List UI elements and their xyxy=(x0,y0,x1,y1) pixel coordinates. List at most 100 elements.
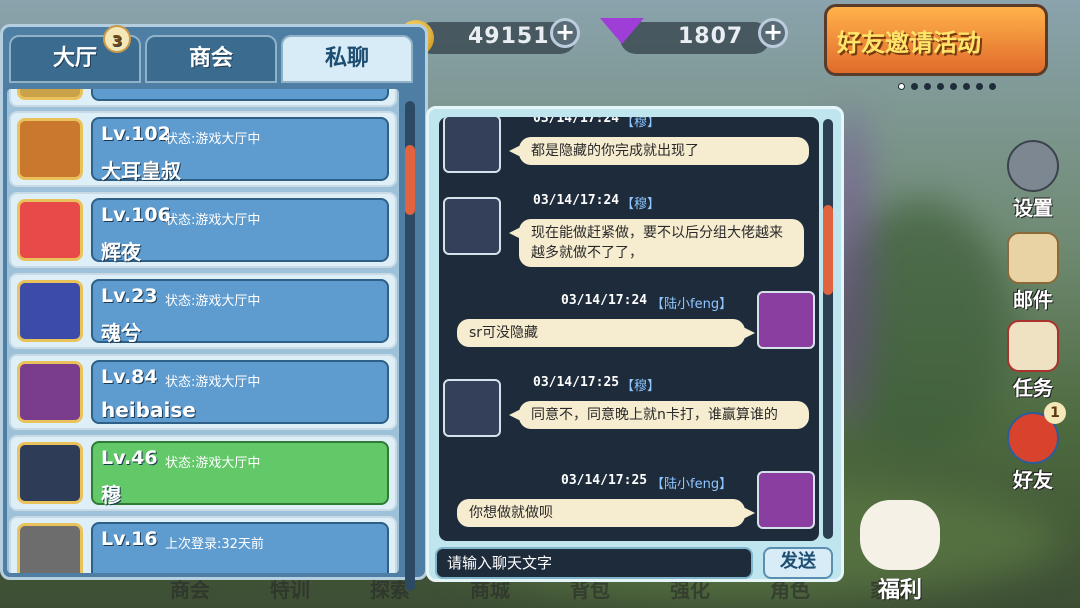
friend-list[interactable]: Lv.102 状态:游戏大厅中 大耳皇叔 Lv.106 状态:游戏大厅中 辉夜 Lv.23 状… xyxy=(7,89,399,573)
carousel-dot[interactable] xyxy=(989,83,996,90)
banner-carousel-indicator xyxy=(898,83,996,90)
mail-label: 邮件 xyxy=(1013,288,1053,312)
settings-label: 设置 xyxy=(1013,196,1053,220)
friend-status: 状态:游戏大厅中 xyxy=(165,294,261,309)
avatar xyxy=(17,280,83,342)
add-gold-button[interactable]: + xyxy=(550,18,580,48)
message-bubble: 你想做就做呗 xyxy=(457,499,755,527)
envelope-icon xyxy=(1007,232,1059,284)
chat-scroll-thumb[interactable] xyxy=(823,205,833,295)
message-time: 03/14/17:25 xyxy=(533,375,620,390)
friend-level: Lv.84 xyxy=(101,366,158,388)
avatar xyxy=(17,361,83,423)
friend-row-partial[interactable] xyxy=(9,89,397,107)
tasks-label: 任务 xyxy=(1013,376,1053,400)
send-button[interactable]: 发送 xyxy=(763,547,833,579)
lucky-cat-icon[interactable] xyxy=(860,500,940,570)
chat-log[interactable]: 03/14/17:24 【穆】 都是隐藏的你完成就出现了 03/14/17:24 【穆】… xyxy=(439,117,819,541)
friend-info: Lv.23 状态:游戏大厅中 魂兮 xyxy=(91,279,389,345)
friend-name: 大耳皇叔 xyxy=(101,159,181,183)
friend-row[interactable]: Lv.16 上次登录:32天前 xyxy=(9,516,397,573)
friend-level: Lv.106 xyxy=(101,204,171,226)
friend-info: Lv.106 状态:游戏大厅中辉夜 xyxy=(91,198,389,264)
friend-level: Lv.46 xyxy=(101,447,158,469)
friend-info xyxy=(91,89,389,101)
chat-avatar[interactable] xyxy=(757,291,815,349)
scroll-icon xyxy=(1007,320,1059,372)
friend-info: Lv.46 状态:游戏大厅中穆 xyxy=(91,441,389,507)
friend-row[interactable]: Lv.102 状态:游戏大厅中 大耳皇叔 xyxy=(9,111,397,187)
friend-info: Lv.84 状态:游戏大厅中 heibaise xyxy=(91,360,389,424)
friend-info: Lv.16 上次登录:32天前 xyxy=(91,522,389,573)
tab-guild[interactable]: 商会 xyxy=(145,35,277,83)
chat-avatar[interactable] xyxy=(757,471,815,529)
tab-private-chat[interactable]: 私聊 xyxy=(281,35,413,83)
message-sender: 【穆】 xyxy=(621,117,661,130)
message-bubble: sr可没隐藏 xyxy=(457,319,755,347)
carousel-dot[interactable] xyxy=(976,83,983,90)
carousel-dot[interactable] xyxy=(898,83,905,90)
message-time: 03/14/17:24 xyxy=(533,117,620,126)
message-sender: 【穆】 xyxy=(621,197,661,212)
message-sender: 【穆】 xyxy=(621,379,661,394)
mail-button[interactable]: 邮件 xyxy=(1000,232,1066,313)
carousel-dot[interactable] xyxy=(963,83,970,90)
carousel-dot[interactable] xyxy=(937,83,944,90)
carousel-dot[interactable] xyxy=(950,83,957,90)
message-time: 03/14/17:25 xyxy=(561,473,648,488)
friend-info: Lv.102 状态:游戏大厅中 大耳皇叔 xyxy=(91,117,389,183)
tab-guild-label: 商会 xyxy=(188,46,233,71)
avatar xyxy=(17,523,83,573)
chat-input[interactable] xyxy=(435,547,753,579)
friends-label: 好友 xyxy=(1013,468,1053,492)
invite-friends-banner[interactable]: 好友邀请活动 xyxy=(824,4,1048,76)
message-bubble: 现在能做赶紧做，要不以后分组大佬越来越多就做不了了， xyxy=(509,219,804,267)
chat-avatar[interactable] xyxy=(443,379,501,437)
chat-avatar[interactable] xyxy=(443,117,501,173)
message-time: 03/14/17:24 xyxy=(561,293,648,308)
resource-bar: 49151 + 1807 + xyxy=(380,14,800,64)
friend-level: Lv.102 xyxy=(101,123,171,145)
tab-private-label: 私聊 xyxy=(324,46,369,71)
chat-panel: 03/14/17:24 【穆】 都是隐藏的你完成就出现了 03/14/17:24 【穆】… xyxy=(426,106,844,582)
friend-name: 辉夜 xyxy=(101,240,141,264)
tasks-button[interactable]: 任务 xyxy=(1000,320,1066,401)
tab-lobby[interactable]: 大厅 3 xyxy=(9,25,141,83)
friend-list-scroll-thumb[interactable] xyxy=(405,145,415,215)
chat-avatar[interactable] xyxy=(443,197,501,255)
social-panel: 大厅 3 商会 私聊 Lv.102 状态:游戏大厅中 大耳皇叔 Lv.106 状态:游戏… xyxy=(0,24,428,591)
avatar xyxy=(17,199,83,261)
carousel-dot[interactable] xyxy=(924,83,931,90)
avatar xyxy=(17,118,83,180)
diamond-icon xyxy=(600,18,644,44)
friend-name: heibaise xyxy=(101,398,196,422)
carousel-dot[interactable] xyxy=(911,83,918,90)
friend-status: 状态:游戏大厅中 xyxy=(165,456,261,471)
welfare-label: 福利 xyxy=(878,578,923,603)
friend-status: 状态:游戏大厅中 xyxy=(165,213,261,228)
friend-row[interactable]: Lv.46 状态:游戏大厅中穆 xyxy=(9,435,397,511)
friend-row[interactable]: Lv.106 状态:游戏大厅中辉夜 xyxy=(9,192,397,268)
friend-name: 魂兮 xyxy=(101,321,141,345)
message-sender: 【陆小feng】 xyxy=(651,297,733,312)
friend-row[interactable]: Lv.23 状态:游戏大厅中 魂兮 xyxy=(9,273,397,349)
avatar xyxy=(17,442,83,504)
friend-level: Lv.16 xyxy=(101,528,158,550)
friend-status: 上次登录:32天前 xyxy=(165,537,264,552)
invite-banner-label: 好友邀请活动 xyxy=(837,29,981,57)
friend-row[interactable]: Lv.84 状态:游戏大厅中 heibaise xyxy=(9,354,397,430)
message-bubble: 都是隐藏的你完成就出现了 xyxy=(509,137,809,165)
social-tabs: 大厅 3 商会 私聊 xyxy=(9,25,413,83)
chat-scrollbar[interactable] xyxy=(823,119,833,539)
friends-button[interactable]: 1 好友 xyxy=(1000,402,1066,493)
gear-icon xyxy=(1007,140,1059,192)
gem-value: 1807 xyxy=(678,24,744,49)
friend-name: 穆 xyxy=(101,483,121,507)
tab-lobby-label: 大厅 xyxy=(52,46,97,71)
lobby-unread-badge: 3 xyxy=(103,25,131,53)
message-time: 03/14/17:24 xyxy=(533,193,620,208)
gold-value: 49151 xyxy=(468,24,550,49)
add-gem-button[interactable]: + xyxy=(758,18,788,48)
settings-button[interactable]: 设置 xyxy=(1000,140,1066,221)
friend-status: 状态:游戏大厅中 xyxy=(165,375,261,390)
